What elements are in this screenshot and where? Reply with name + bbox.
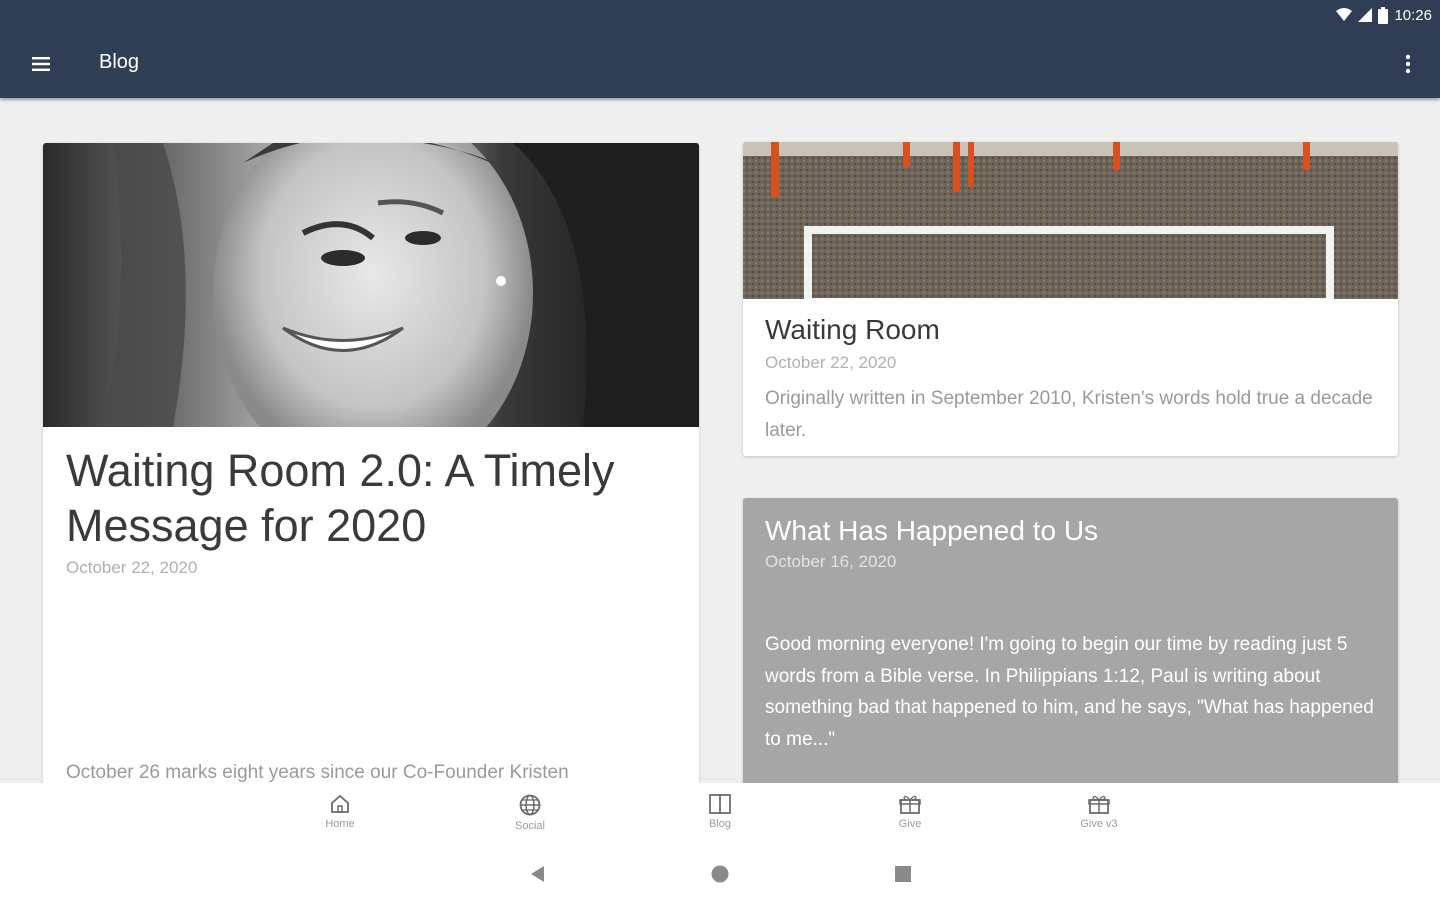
bottom-navigation: Home Social Blog Give Give v3 — [0, 783, 1440, 843]
post-date: October 22, 2020 — [765, 353, 897, 372]
post-hero-image — [43, 143, 699, 427]
nav-item-give-v3[interactable]: Give v3 — [1059, 793, 1139, 841]
post-excerpt: Good morning everyone! I'm going to begi… — [765, 634, 1374, 750]
recents-square-icon[interactable] — [892, 863, 914, 885]
nav-item-blog[interactable]: Blog — [680, 793, 760, 841]
nav-label-home: Home — [325, 818, 355, 830]
blog-post-card[interactable]: Waiting Room October 22, 2020 Originally… — [743, 142, 1398, 456]
nav-label-give: Give — [898, 818, 922, 830]
home-icon — [331, 794, 349, 813]
nav-item-home[interactable]: Home — [300, 793, 380, 841]
book-icon — [709, 794, 731, 814]
post-title: Waiting Room — [765, 314, 940, 345]
nav-label-social: Social — [515, 820, 545, 832]
back-icon[interactable] — [527, 863, 549, 885]
status-bar: 10:26 — [0, 0, 1440, 30]
nav-label-blog: Blog — [708, 818, 732, 830]
post-excerpt: October 26 marks eight years since our C… — [66, 762, 569, 783]
gift-icon — [1088, 795, 1110, 814]
nav-item-social[interactable]: Social — [490, 793, 570, 841]
nav-label-give-v3: Give v3 — [1080, 818, 1118, 830]
wifi-icon — [1336, 8, 1353, 21]
battery-icon — [1378, 6, 1389, 24]
status-icons: 10:26 — [1336, 4, 1432, 26]
more-vert-icon[interactable] — [1396, 50, 1420, 78]
blog-post-card-featured[interactable]: Waiting Room 2.0: A Timely Message for 2… — [43, 143, 699, 803]
status-time: 10:26 — [1394, 6, 1432, 24]
post-title: What Has Happened to Us — [765, 515, 1099, 546]
post-excerpt: Originally written in September 2010, Kr… — [765, 388, 1373, 441]
gift-icon — [899, 795, 921, 814]
home-circle-icon[interactable] — [709, 863, 731, 885]
app-bar: Blog — [0, 30, 1440, 98]
hamburger-menu-icon[interactable] — [24, 50, 58, 78]
globe-icon — [519, 794, 541, 816]
post-title: Waiting Room 2.0: A Timely Message for 2… — [66, 445, 615, 551]
system-navigation-bar — [0, 843, 1440, 900]
blog-post-card[interactable]: What Has Happened to Us October 16, 2020… — [743, 498, 1398, 803]
signal-icon — [1358, 8, 1373, 22]
post-date: October 22, 2020 — [66, 558, 198, 577]
post-date: October 16, 2020 — [765, 552, 897, 571]
post-thumbnail-image — [743, 142, 1398, 299]
nav-item-give[interactable]: Give — [870, 793, 950, 841]
page-title: Blog — [99, 51, 140, 73]
